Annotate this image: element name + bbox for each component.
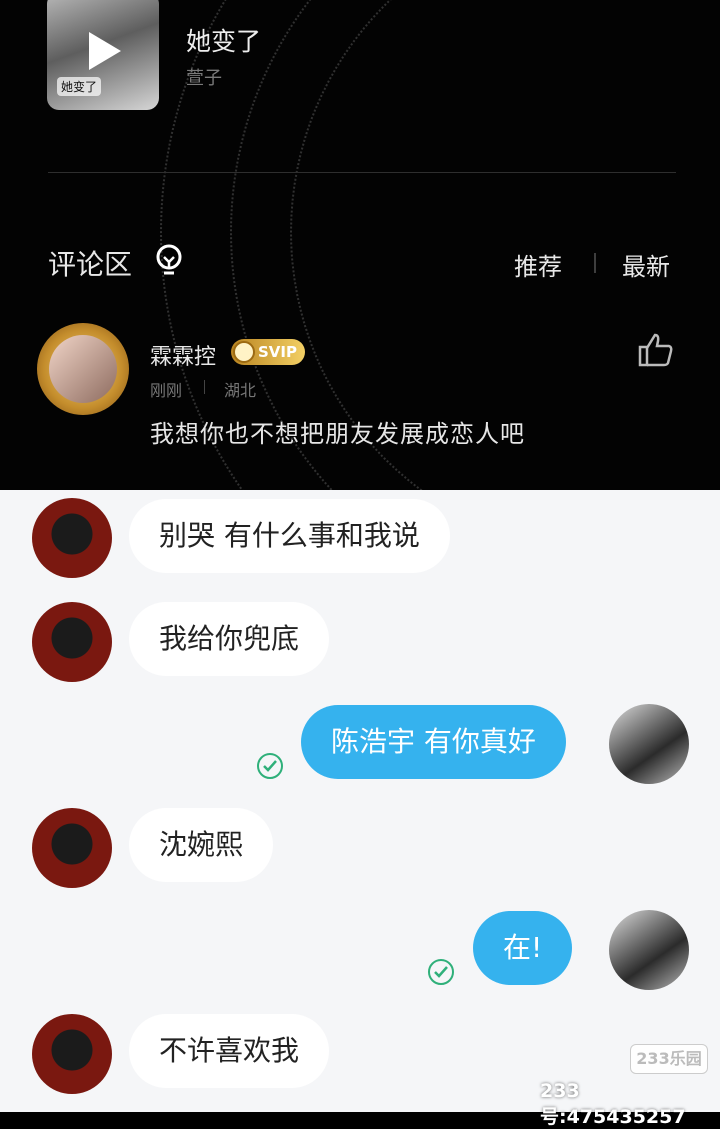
sort-latest-tab[interactable]: 最新: [622, 247, 670, 282]
message-bubble-incoming[interactable]: 我给你兜底: [129, 602, 330, 676]
comments-section-title: 评论区: [48, 248, 133, 281]
watermark-id: 233号:475435257: [540, 1080, 686, 1128]
comment-time: 刚刚: [150, 381, 183, 400]
contact-avatar[interactable]: [32, 1014, 112, 1094]
song-artist[interactable]: 萱子: [186, 64, 222, 90]
divider: [48, 172, 676, 173]
commenter-avatar[interactable]: [37, 323, 129, 415]
message-bubble-incoming[interactable]: 沈婉熙: [129, 808, 274, 882]
self-avatar[interactable]: [609, 704, 689, 784]
commenter-name[interactable]: 霖霖控: [150, 339, 216, 371]
sort-recommend-tab[interactable]: 推荐: [514, 247, 562, 282]
song-title[interactable]: 她变了: [186, 22, 261, 58]
comment-location: 湖北: [224, 381, 257, 400]
sort-separator: [594, 253, 596, 273]
contact-avatar[interactable]: [32, 602, 112, 682]
message-bubble-incoming[interactable]: 别哭 有什么事和我说: [129, 499, 450, 573]
meta-separator: [204, 380, 205, 394]
lightbulb-icon[interactable]: [153, 243, 185, 279]
like-icon[interactable]: [638, 332, 674, 368]
message-bubble-outgoing[interactable]: 在!: [473, 911, 573, 985]
chat-area: 别哭 有什么事和我说 我给你兜底 陈浩宇 有你真好 沈婉熙 在! 不许喜欢我: [0, 490, 720, 1112]
read-check-icon: [257, 753, 283, 779]
read-check-icon: [428, 959, 454, 985]
play-icon[interactable]: [89, 32, 121, 70]
self-avatar[interactable]: [609, 910, 689, 990]
watermark-badge: 233乐园: [630, 1044, 708, 1074]
contact-avatar[interactable]: [32, 808, 112, 888]
music-comment-panel: 她变了 她变了 萱子 评论区 推荐 最新 霖霖控 SVIP 刚刚 湖北 我想你也…: [0, 0, 720, 490]
commenter-avatar-photo: [49, 335, 117, 403]
svip-badge: SVIP: [231, 339, 305, 365]
contact-avatar[interactable]: [32, 498, 112, 578]
album-cover[interactable]: 她变了: [47, 0, 159, 110]
vinyl-icon: [233, 341, 255, 363]
comment-text: 我想你也不想把朋友发展成恋人吧: [150, 420, 525, 448]
svip-badge-label: SVIP: [258, 343, 297, 361]
message-bubble-incoming[interactable]: 不许喜欢我: [129, 1014, 330, 1088]
message-bubble-outgoing[interactable]: 陈浩宇 有你真好: [301, 705, 566, 779]
album-cover-tag: 她变了: [57, 77, 102, 96]
